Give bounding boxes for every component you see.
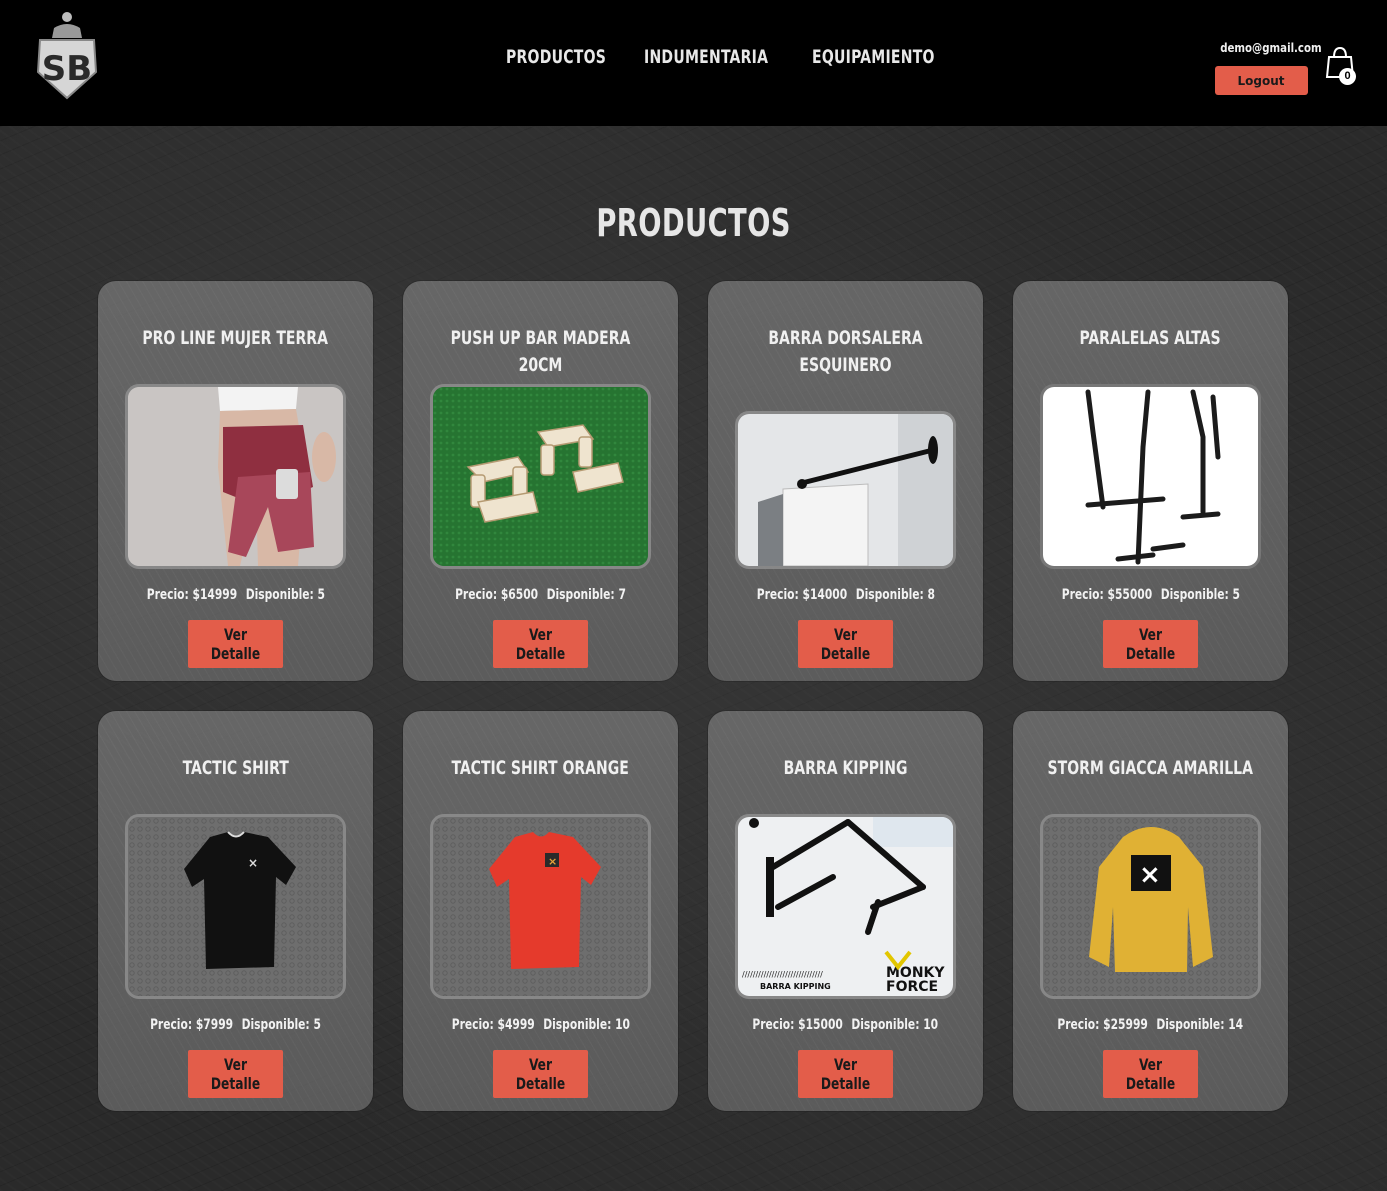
price-value: 4999 — [504, 1017, 535, 1033]
stock-value: 5 — [1232, 587, 1240, 603]
stock-label: Disponible: — [245, 587, 318, 603]
user-email: demo@gmail.com — [1220, 41, 1322, 55]
product-info: Precio: $25999 Disponible: 14 — [1013, 1017, 1288, 1033]
product-card: BARRA KIPPING //////////////////////////… — [708, 711, 983, 1111]
page-title: PRODUCTOS — [596, 201, 791, 246]
ver-detalle-button[interactable]: Ver Detalle — [493, 620, 588, 668]
product-info: Precio: $55000 Disponible: 5 — [1013, 587, 1288, 603]
product-grid: PRO LINE MUJER TERRA Precio: $14999 Dispo… — [98, 281, 1288, 1111]
product-info: Precio: $4999 Disponible: 10 — [403, 1017, 678, 1033]
svg-text:×: × — [548, 855, 557, 868]
price-value: 55000 — [1114, 587, 1152, 603]
svg-text:SB: SB — [42, 49, 92, 89]
ver-detalle-button[interactable]: Ver Detalle — [798, 1050, 893, 1098]
product-title: BARRA DORSALERA ESQUINERO — [768, 327, 923, 376]
product-card: TACTIC SHIRT ORANGE × Precio: $4999 Dispo… — [403, 711, 678, 1111]
main-nav: PRODUCTOS INDUMENTARIA EQUIPAMIENTO — [506, 46, 947, 68]
product-image[interactable] — [1040, 384, 1261, 569]
stock-value: 5 — [317, 587, 325, 603]
product-card: STORM GIACCA AMARILLA × Precio: $25999 Di… — [1013, 711, 1288, 1111]
price-label: Precio: $ — [455, 587, 509, 603]
product-title: BARRA KIPPING — [783, 757, 908, 779]
stock-value: 10 — [614, 1017, 630, 1033]
stock-value: 10 — [923, 1017, 939, 1033]
stock-label: Disponible: — [851, 1017, 924, 1033]
svg-text:FORCE: FORCE — [886, 979, 938, 995]
price-value: 7999 — [203, 1017, 234, 1033]
ver-detalle-button[interactable]: Ver Detalle — [1103, 620, 1198, 668]
ver-detalle-button[interactable]: Ver Detalle — [798, 620, 893, 668]
nav-equipamiento[interactable]: EQUIPAMIENTO — [812, 46, 935, 68]
price-label: Precio: $ — [756, 587, 810, 603]
product-card: TACTIC SHIRT × Precio: $7999 Disponible: … — [98, 711, 373, 1111]
price-value: 25999 — [1110, 1017, 1149, 1033]
price-label: Precio: $ — [1061, 587, 1115, 603]
product-info: Precio: $7999 Disponible: 5 — [98, 1017, 373, 1033]
product-info: Precio: $6500 Disponible: 7 — [403, 587, 678, 603]
stock-value: 8 — [927, 587, 935, 603]
product-title: PRO LINE MUJER TERRA — [142, 327, 329, 349]
svg-text:×: × — [248, 856, 258, 870]
price-value: 14999 — [199, 587, 237, 603]
ver-detalle-button[interactable]: Ver Detalle — [1103, 1050, 1198, 1098]
stock-label: Disponible: — [1160, 587, 1233, 603]
top-header: SB PRODUCTOS INDUMENTARIA EQUIPAMIENTO d… — [0, 0, 1387, 126]
ver-detalle-button[interactable]: Ver Detalle — [493, 1050, 588, 1098]
product-card: PUSH UP BAR MADERA 20CM Precio: $6500 Di… — [403, 281, 678, 681]
ver-detalle-button[interactable]: Ver Detalle — [188, 620, 283, 668]
logout-button[interactable]: Logout — [1214, 66, 1308, 95]
price-value: 14000 — [809, 587, 847, 603]
product-card: BARRA DORSALERA ESQUINERO Precio: $14000… — [708, 281, 983, 681]
product-card: PARALELAS ALTAS Precio: $55000 Disponible… — [1013, 281, 1288, 681]
price-value: 15000 — [805, 1017, 844, 1033]
stock-value: 14 — [1228, 1017, 1244, 1033]
price-value: 6500 — [508, 587, 539, 603]
price-label: Precio: $ — [146, 587, 200, 603]
price-label: Precio: $ — [150, 1017, 204, 1033]
product-title: TACTIC SHIRT ORANGE — [451, 757, 630, 779]
product-title: TACTIC SHIRT — [182, 757, 289, 779]
nav-productos[interactable]: PRODUCTOS — [506, 46, 606, 68]
product-card: PRO LINE MUJER TERRA Precio: $14999 Dispo… — [98, 281, 373, 681]
product-image[interactable] — [125, 384, 346, 569]
stock-label: Disponible: — [855, 587, 928, 603]
product-image[interactable]: ////////////////////////////// BARRA KIP… — [735, 814, 956, 999]
product-title: PUSH UP BAR MADERA 20CM — [450, 327, 631, 376]
stock-label: Disponible: — [542, 1017, 615, 1033]
product-image[interactable]: × — [125, 814, 346, 999]
svg-text:×: × — [1139, 860, 1161, 890]
price-label: Precio: $ — [451, 1017, 505, 1033]
product-image[interactable] — [430, 384, 651, 569]
price-label: Precio: $ — [752, 1017, 806, 1033]
product-info: Precio: $14999 Disponible: 5 — [98, 587, 373, 603]
svg-text://////////////////////////////: ////////////////////////////// — [742, 970, 823, 979]
stock-label: Disponible: — [546, 587, 619, 603]
user-box: demo@gmail.com Logout — [1213, 41, 1322, 95]
svg-text:BARRA KIPPING: BARRA KIPPING — [760, 982, 831, 991]
brand-logo[interactable]: SB — [34, 10, 100, 100]
product-title: PARALELAS ALTAS — [1079, 327, 1222, 349]
cart-count-badge: 0 — [1339, 68, 1356, 85]
stock-value: 5 — [313, 1017, 321, 1033]
product-image[interactable]: × — [430, 814, 651, 999]
stock-label: Disponible: — [241, 1017, 314, 1033]
product-info: Precio: $15000 Disponible: 10 — [708, 1017, 983, 1033]
nav-indumentaria[interactable]: INDUMENTARIA — [644, 46, 768, 68]
ver-detalle-button[interactable]: Ver Detalle — [188, 1050, 283, 1098]
stock-value: 7 — [618, 587, 626, 603]
product-image[interactable]: × — [1040, 814, 1261, 999]
product-image[interactable] — [735, 411, 956, 569]
product-title: STORM GIACCA AMARILLA — [1047, 757, 1254, 779]
price-label: Precio: $ — [1057, 1017, 1111, 1033]
product-info: Precio: $14000 Disponible: 8 — [708, 587, 983, 603]
stock-label: Disponible: — [1156, 1017, 1229, 1033]
cart-button[interactable]: 0 — [1325, 46, 1361, 88]
